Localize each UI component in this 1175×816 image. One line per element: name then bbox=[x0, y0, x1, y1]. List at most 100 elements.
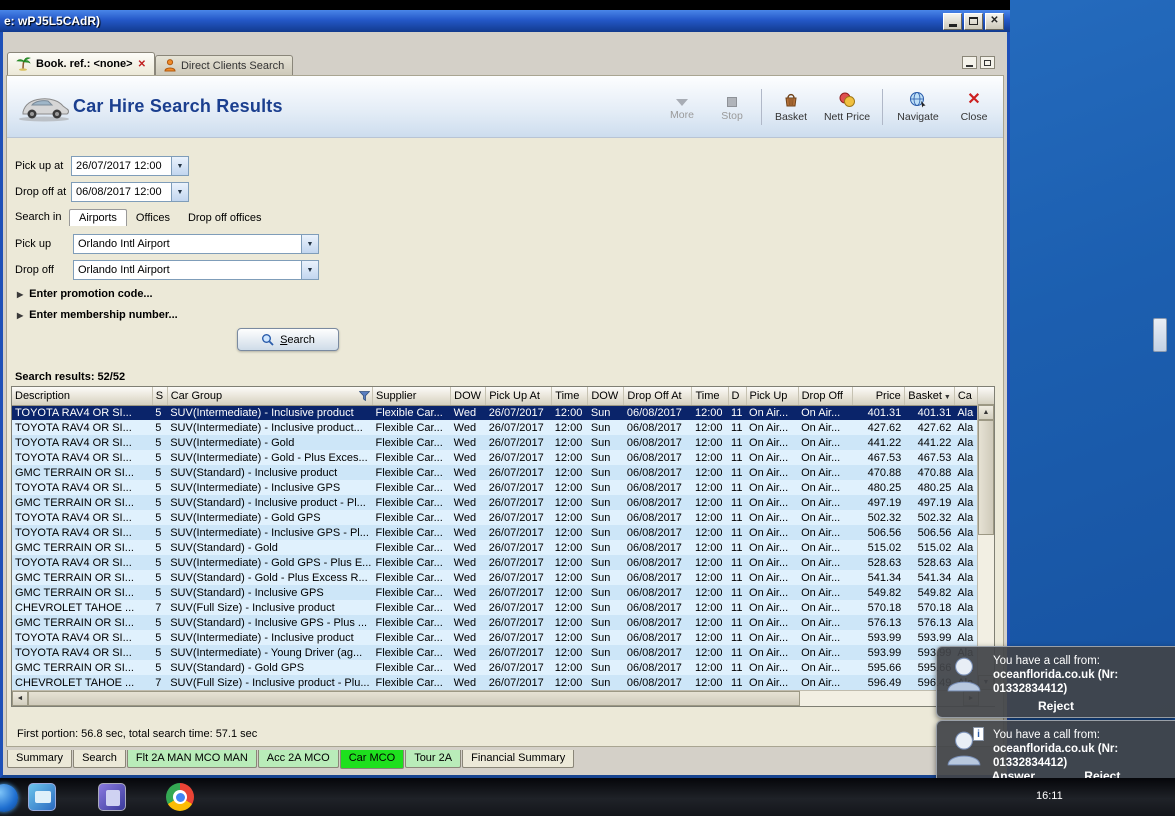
column-header-pick-up-at[interactable]: Pick Up At bbox=[485, 387, 553, 406]
table-row[interactable]: GMC TERRAIN OR SI... 5 SUV(Standard) - Gol… bbox=[12, 660, 979, 675]
table-row[interactable]: TOYOTA RAV4 OR SI... 5 SUV(Intermediate) -… bbox=[12, 525, 979, 540]
table-cell: 570.18 bbox=[917, 601, 952, 614]
tab-direct-clients-search[interactable]: Direct Clients Search bbox=[154, 55, 294, 75]
window-maximize-button[interactable] bbox=[964, 12, 983, 30]
column-header-time[interactable]: Time bbox=[691, 387, 729, 406]
search-in-tab-drop-off-offices[interactable]: Drop off offices bbox=[179, 210, 271, 226]
window-titlebar[interactable]: e: wPJ5L5CAdR) ✕ bbox=[0, 10, 1010, 32]
column-header-basket[interactable]: Basket ▼ bbox=[904, 387, 955, 406]
chrome-icon[interactable] bbox=[166, 783, 194, 811]
scroll-up-button[interactable]: ▲ bbox=[978, 405, 994, 420]
globe-icon bbox=[910, 92, 926, 108]
table-row[interactable]: TOYOTA RAV4 OR SI... 5 SUV(Intermediate) -… bbox=[12, 510, 979, 525]
column-header-dow[interactable]: DOW bbox=[587, 387, 625, 406]
table-cell: 541.34 bbox=[917, 571, 952, 584]
pickup-combobox[interactable]: Orlando Intl Airport ▼ bbox=[73, 234, 319, 254]
bottom-tab-financial-summary[interactable]: Financial Summary bbox=[462, 750, 575, 768]
table-cell: On Air... bbox=[749, 601, 789, 614]
column-header-price[interactable]: Price bbox=[852, 387, 905, 406]
clock[interactable]: 16:11 bbox=[1036, 790, 1063, 802]
table-row[interactable]: TOYOTA RAV4 OR SI... 5 SUV(Intermediate) -… bbox=[12, 480, 979, 495]
table-row[interactable]: GMC TERRAIN OR SI... 5 SUV(Standard) - Inc… bbox=[12, 615, 979, 630]
bottom-tab-search[interactable]: Search bbox=[73, 750, 126, 768]
promotion-code-expander[interactable]: ▶ Enter promotion code... bbox=[17, 288, 153, 300]
chevron-down-icon[interactable]: ▼ bbox=[171, 183, 188, 201]
search-in-tab-airports[interactable]: Airports bbox=[69, 209, 127, 226]
table-row[interactable]: GMC TERRAIN OR SI... 5 SUV(Standard) - Inc… bbox=[12, 585, 979, 600]
bottom-tab-tour-2a[interactable]: Tour 2A bbox=[405, 750, 462, 768]
search-button[interactable]: Search bbox=[237, 328, 339, 351]
window-body: Book. ref.: <none> ✕ Direct Clients Sear… bbox=[0, 32, 1010, 778]
horizontal-scrollbar[interactable]: ◄ ► bbox=[12, 690, 979, 706]
table-cell: 12:00 bbox=[554, 601, 583, 614]
column-header-time[interactable]: Time bbox=[551, 387, 589, 406]
vertical-scrollbar[interactable]: ▲ ▼ bbox=[977, 387, 994, 690]
column-header-d[interactable]: D bbox=[728, 387, 747, 406]
table-row[interactable]: TOYOTA RAV4 OR SI... 5 SUV(Intermediate) -… bbox=[12, 420, 979, 435]
reject-button[interactable]: Reject bbox=[1038, 699, 1074, 713]
column-header-car-group[interactable]: Car Group bbox=[167, 387, 374, 406]
chevron-down-icon[interactable]: ▼ bbox=[301, 235, 318, 253]
table-cell: 12:00 bbox=[554, 631, 583, 644]
table-cell: 12:00 bbox=[554, 646, 583, 659]
mdi-restore-button[interactable] bbox=[980, 56, 995, 69]
window-minimize-button[interactable] bbox=[943, 12, 962, 30]
window-close-button[interactable]: ✕ bbox=[985, 12, 1004, 30]
nett-price-button[interactable]: Nett Price bbox=[818, 83, 876, 131]
more-button[interactable]: More bbox=[659, 83, 705, 131]
dropoff-at-combobox[interactable]: 06/08/2017 12:00 ▼ bbox=[71, 182, 189, 202]
bottom-tab-flt-2a-man-mco-man[interactable]: Flt 2A MAN MCO MAN bbox=[126, 750, 257, 768]
pickup-at-combobox[interactable]: 26/07/2017 12:00 ▼ bbox=[71, 156, 189, 176]
table-cell: 7 bbox=[155, 676, 162, 689]
table-row[interactable]: GMC TERRAIN OR SI... 5 SUV(Standard) - Gol… bbox=[12, 570, 979, 585]
dropoff-at-value: 06/08/2017 12:00 bbox=[76, 186, 162, 198]
tab-close-icon[interactable]: ✕ bbox=[138, 59, 146, 70]
horizontal-scroll-thumb[interactable] bbox=[28, 691, 800, 706]
table-row[interactable]: TOYOTA RAV4 OR SI... 5 SUV(Intermediate) -… bbox=[12, 450, 979, 465]
column-header-dow[interactable]: DOW bbox=[450, 387, 487, 406]
dropoff-combobox[interactable]: Orlando Intl Airport ▼ bbox=[73, 260, 319, 280]
column-header-drop-off-at[interactable]: Drop Off At bbox=[623, 387, 693, 406]
column-header-ca[interactable]: Ca bbox=[954, 387, 980, 406]
column-header-description[interactable]: Description bbox=[12, 387, 153, 406]
column-header-drop-off[interactable]: Drop Off bbox=[798, 387, 853, 406]
table-row[interactable]: TOYOTA RAV4 OR SI... 5 SUV(Intermediate) -… bbox=[12, 555, 979, 570]
table-row[interactable]: TOYOTA RAV4 OR SI... 5 SUV(Intermediate) -… bbox=[12, 405, 979, 420]
search-in-tab-offices[interactable]: Offices bbox=[127, 210, 179, 226]
taskbar-app-icon-1[interactable] bbox=[28, 783, 56, 811]
bottom-tab-summary[interactable]: Summary bbox=[7, 750, 73, 768]
stop-button[interactable]: Stop bbox=[709, 83, 755, 131]
table-cell: 12:00 bbox=[694, 616, 723, 629]
tab-booking-ref[interactable]: Book. ref.: <none> ✕ bbox=[7, 52, 155, 75]
table-row[interactable]: TOYOTA RAV4 OR SI... 5 SUV(Intermediate) -… bbox=[12, 645, 979, 660]
scrollbar-corner bbox=[978, 387, 994, 405]
table-row[interactable]: TOYOTA RAV4 OR SI... 5 SUV(Intermediate) -… bbox=[12, 630, 979, 645]
table-row[interactable]: GMC TERRAIN OR SI... 5 SUV(Standard) - Gol… bbox=[12, 540, 979, 555]
navigate-button[interactable]: Navigate bbox=[889, 83, 947, 131]
column-header-supplier[interactable]: Supplier bbox=[372, 387, 452, 406]
membership-number-expander[interactable]: ▶ Enter membership number... bbox=[17, 309, 178, 321]
close-results-button[interactable]: ✕ Close bbox=[951, 83, 997, 131]
table-cell: 593.99 bbox=[917, 631, 952, 644]
bottom-tab-acc-2a-mco[interactable]: Acc 2A MCO bbox=[257, 750, 339, 768]
bottom-tab-car-mco[interactable]: Car MCO bbox=[339, 750, 405, 769]
table-cell: On Air... bbox=[801, 526, 841, 539]
scroll-left-button[interactable]: ◄ bbox=[12, 691, 28, 706]
basket-button[interactable]: Basket bbox=[768, 83, 814, 131]
vertical-scroll-thumb[interactable] bbox=[978, 420, 994, 535]
start-button[interactable] bbox=[0, 784, 18, 812]
table-row[interactable]: GMC TERRAIN OR SI... 5 SUV(Standard) - Inc… bbox=[12, 465, 979, 480]
chevron-down-icon[interactable]: ▼ bbox=[301, 261, 318, 279]
table-cell: Sun bbox=[590, 616, 611, 629]
column-header-s[interactable]: S bbox=[152, 387, 168, 406]
table-row[interactable]: CHEVROLET TAHOE ... 7 SUV(Full Size) - Inc… bbox=[12, 600, 979, 615]
table-row[interactable]: TOYOTA RAV4 OR SI... 5 SUV(Intermediate) -… bbox=[12, 435, 979, 450]
table-cell: 26/07/2017 bbox=[488, 616, 544, 629]
table-cell: Wed bbox=[453, 616, 477, 629]
column-header-pick-up[interactable]: Pick Up bbox=[746, 387, 799, 406]
table-row[interactable]: CHEVROLET TAHOE ... 7 SUV(Full Size) - Inc… bbox=[12, 675, 979, 690]
taskbar-app-icon-2[interactable] bbox=[98, 783, 126, 811]
chevron-down-icon[interactable]: ▼ bbox=[171, 157, 188, 175]
mdi-minimize-button[interactable] bbox=[962, 56, 977, 69]
table-row[interactable]: GMC TERRAIN OR SI... 5 SUV(Standard) - Inc… bbox=[12, 495, 979, 510]
